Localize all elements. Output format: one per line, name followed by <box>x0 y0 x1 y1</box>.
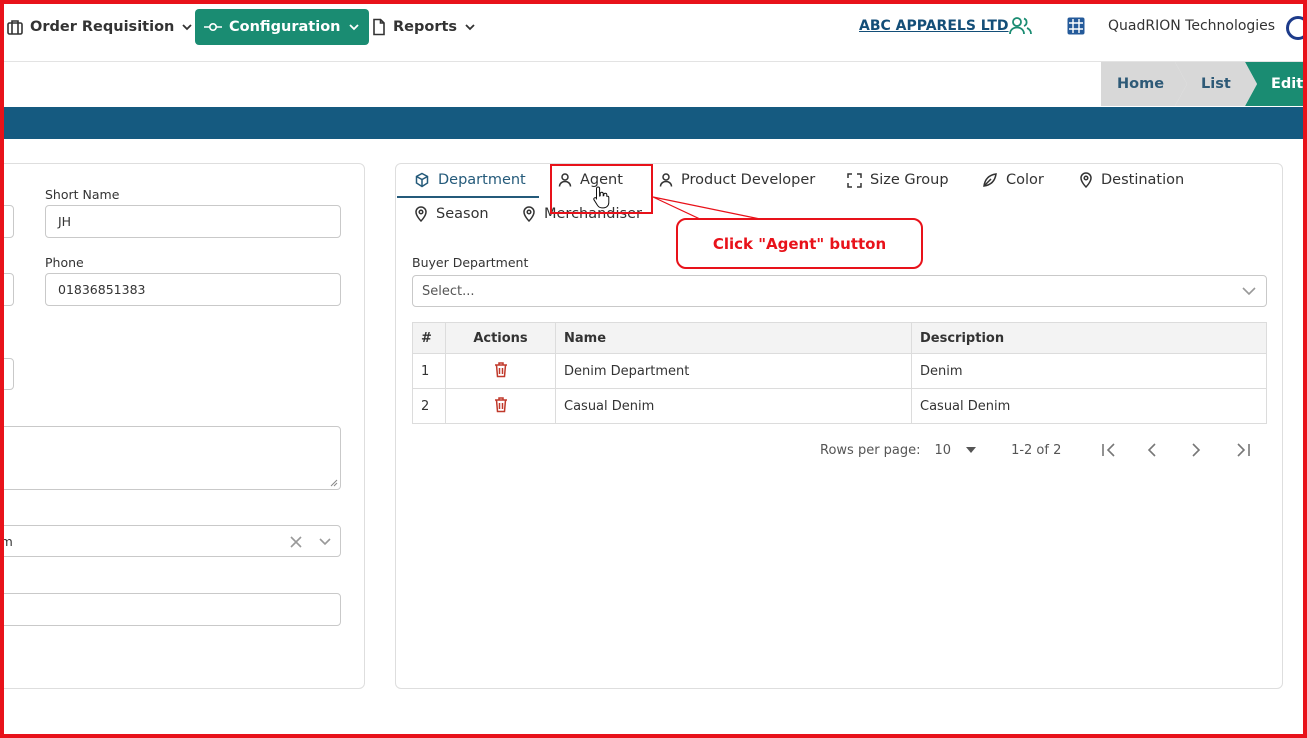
hand-cursor-icon <box>593 186 610 209</box>
short-name-field[interactable]: JH <box>45 205 341 238</box>
table-row: 2 Casual Denim Casual Denim <box>412 388 1267 424</box>
tab-color-label: Color <box>1006 172 1044 188</box>
nav-reports-label: Reports <box>393 19 458 35</box>
breadcrumb-edit-label: Edit <box>1271 76 1304 92</box>
tab-season[interactable]: Season <box>414 202 489 226</box>
tab-size-group[interactable]: Size Group <box>847 168 949 192</box>
row-description: Denim <box>911 353 1267 389</box>
tab-merchandiser[interactable]: Merchandiser <box>522 202 642 226</box>
nav-order-requisition[interactable]: Order Requisition <box>6 9 194 45</box>
row-actions <box>445 388 556 424</box>
chevron-down-icon <box>348 24 359 31</box>
address-textarea[interactable] <box>0 426 341 490</box>
caret-down-icon <box>966 447 977 453</box>
row-name: Casual Denim <box>555 388 912 424</box>
phone-field[interactable]: 01836851383 <box>45 273 341 306</box>
buyer-department-placeholder: Select... <box>422 283 475 299</box>
last-page-icon[interactable] <box>1233 442 1251 458</box>
row-number: 2 <box>412 388 446 424</box>
status-select[interactable]: am <box>0 525 341 557</box>
phone-value: 01836851383 <box>58 282 146 297</box>
resize-handle-icon <box>330 479 338 487</box>
remarks-field[interactable] <box>0 593 341 626</box>
chevron-down-icon <box>182 24 192 31</box>
buyer-department-label: Buyer Department <box>412 255 529 270</box>
table-header-row: # Actions Name Description <box>412 322 1267 354</box>
table-row: 1 Denim Department Denim <box>412 353 1267 389</box>
cube-icon <box>415 172 429 188</box>
users-icon[interactable] <box>1008 15 1034 37</box>
instruction-callout: Click "Agent" button <box>676 218 923 269</box>
grid-icon[interactable] <box>1067 17 1085 35</box>
breadcrumb-home[interactable]: Home <box>1101 62 1187 106</box>
nav-configuration[interactable]: Configuration <box>195 9 369 45</box>
location-icon <box>415 206 427 222</box>
column-header-number: # <box>412 322 446 354</box>
pagination: Rows per page: 10 1-2 of 2 <box>820 440 1251 460</box>
user-icon <box>558 173 572 187</box>
tab-season-label: Season <box>436 206 489 222</box>
tab-product-developer[interactable]: Product Developer <box>659 168 815 192</box>
tab-department-label: Department <box>438 172 526 188</box>
active-tab-indicator <box>397 196 539 198</box>
briefcase-icon <box>7 20 23 35</box>
chevron-down-icon <box>1242 287 1256 296</box>
rows-per-page-select[interactable]: 10 <box>935 443 978 458</box>
rows-per-page-value: 10 <box>934 442 952 458</box>
next-page-icon[interactable] <box>1189 442 1203 458</box>
page-header-band <box>4 107 1303 139</box>
tab-color[interactable]: Color <box>982 168 1044 192</box>
tab-product-developer-label: Product Developer <box>681 172 816 188</box>
chevron-down-icon <box>465 24 475 31</box>
column-header-description: Description <box>911 322 1267 354</box>
short-name-label: Short Name <box>45 187 120 202</box>
top-navbar: Order Requisition Configuration Reports … <box>4 4 1307 62</box>
document-icon <box>373 18 385 36</box>
field-label-fragment: : <box>0 573 2 588</box>
breadcrumb-list-label: List <box>1201 76 1231 92</box>
company-link[interactable]: ABC APPARELS LTD <box>859 18 1009 34</box>
trash-icon[interactable] <box>493 361 509 378</box>
user-icon <box>659 173 673 187</box>
location-icon <box>523 206 535 222</box>
chevron-down-icon <box>319 538 331 546</box>
country-field[interactable] <box>0 358 14 390</box>
org-logo[interactable] <box>1286 16 1307 40</box>
clear-icon[interactable] <box>290 536 302 548</box>
tab-department[interactable]: Department <box>414 168 526 192</box>
breadcrumb: Home List Edit <box>1101 62 1307 106</box>
nav-reports[interactable]: Reports <box>371 9 477 45</box>
pagination-range: 1-2 of 2 <box>1011 442 1062 458</box>
row-description: Casual Denim <box>911 388 1267 424</box>
row-number: 1 <box>412 353 446 389</box>
buyer-department-select[interactable]: Select... <box>412 275 1267 307</box>
tab-agent[interactable]: Agent <box>558 168 623 192</box>
nav-configuration-label: Configuration <box>229 19 341 35</box>
first-page-icon[interactable] <box>1101 442 1119 458</box>
email-field[interactable] <box>0 273 14 306</box>
row-name: Denim Department <box>555 353 912 389</box>
organization-name: QuadRION Technologies <box>1108 18 1276 34</box>
frame-icon <box>847 172 862 188</box>
commit-icon <box>204 22 222 32</box>
previous-page-icon[interactable] <box>1145 442 1159 458</box>
trash-icon[interactable] <box>493 396 509 413</box>
tab-size-group-label: Size Group <box>870 172 949 188</box>
phone-label: Phone <box>45 255 84 270</box>
column-header-actions: Actions <box>445 322 556 354</box>
nav-order-requisition-label: Order Requisition <box>30 19 175 35</box>
rows-per-page-label: Rows per page: <box>820 442 921 458</box>
location-icon <box>1080 172 1092 188</box>
short-name-value: JH <box>58 214 72 229</box>
status-select-value: am <box>0 533 13 549</box>
tab-destination-label: Destination <box>1101 172 1185 188</box>
name-field[interactable] <box>0 205 14 238</box>
department-table: # Actions Name Description 1 Denim Depar… <box>412 322 1267 424</box>
column-header-name: Name <box>555 322 912 354</box>
row-actions <box>445 353 556 389</box>
tab-destination[interactable]: Destination <box>1079 168 1184 192</box>
leaf-icon <box>983 173 997 187</box>
